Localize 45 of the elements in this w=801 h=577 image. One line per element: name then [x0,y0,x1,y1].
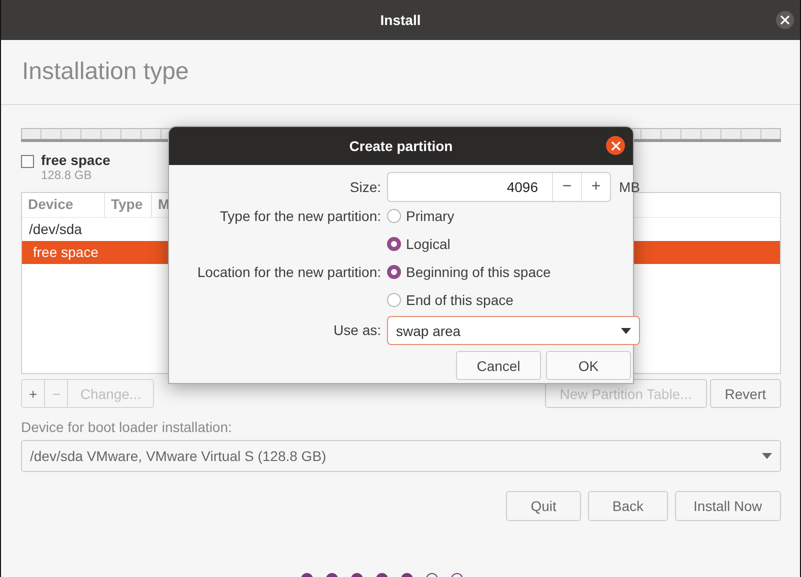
table-button[interactable]: Revert [710,379,781,408]
radio-option[interactable]: End of this space [387,286,640,314]
dropdown-value: /dev/sda VMware, VMware Virtual S (128.8 GB) [30,448,326,464]
close-button[interactable] [776,11,794,29]
radio-label: End of this space [406,292,514,308]
decrement-button[interactable]: − [552,173,581,201]
footer-button[interactable]: Back [588,491,668,521]
column-header[interactable]: Device [22,193,105,217]
size-label: Size: [348,179,381,195]
radio-button[interactable] [387,237,401,251]
use-as-label: Use as: [332,322,381,338]
radio-label: Logical [406,236,450,252]
legend-label: free space [41,152,110,168]
group-label: Type for the new partition: [218,208,381,224]
radio-button[interactable] [387,209,401,223]
footer-button[interactable]: Install Now [674,491,781,521]
dropdown-arrow-icon [621,328,631,334]
unit-label: MB [619,179,640,195]
dialog-button[interactable]: OK [546,351,631,380]
dropdown-arrow-icon [762,453,772,459]
radio-button[interactable] [387,293,401,307]
page-title: Installation type [22,58,189,86]
group-label: Location for the new partition: [196,264,381,280]
radio-option[interactable]: Beginning of this space [387,258,640,286]
close-icon [610,140,620,150]
dialog-title: Create partition [349,138,453,154]
dropdown-value: swap area [396,322,461,338]
dialog-button[interactable]: Cancel [456,351,541,380]
column-header[interactable]: Type [105,193,152,217]
radio-option[interactable]: Logical [387,230,640,258]
radio-label: Primary [406,208,454,224]
boot-loader-dropdown[interactable]: /dev/sda VMware, VMware Virtual S (128.8 GB) [21,440,781,472]
boot-loader-label: Device for boot loader installation: [21,419,233,435]
increment-button[interactable]: + [581,173,610,201]
close-button[interactable] [606,136,625,155]
close-icon [780,15,790,25]
radio-label: Beginning of this space [406,264,551,280]
size-spinner[interactable]: 4096 − + [387,172,611,202]
window-title: Install [380,12,421,28]
partition-button[interactable]: + [22,380,46,407]
radio-option[interactable]: Primary [387,202,640,230]
legend-size: 128.8 GB [41,168,93,182]
use-as-dropdown[interactable]: swap area [387,316,640,345]
footer-button[interactable]: Quit [506,491,582,521]
radio-button[interactable] [387,265,401,279]
